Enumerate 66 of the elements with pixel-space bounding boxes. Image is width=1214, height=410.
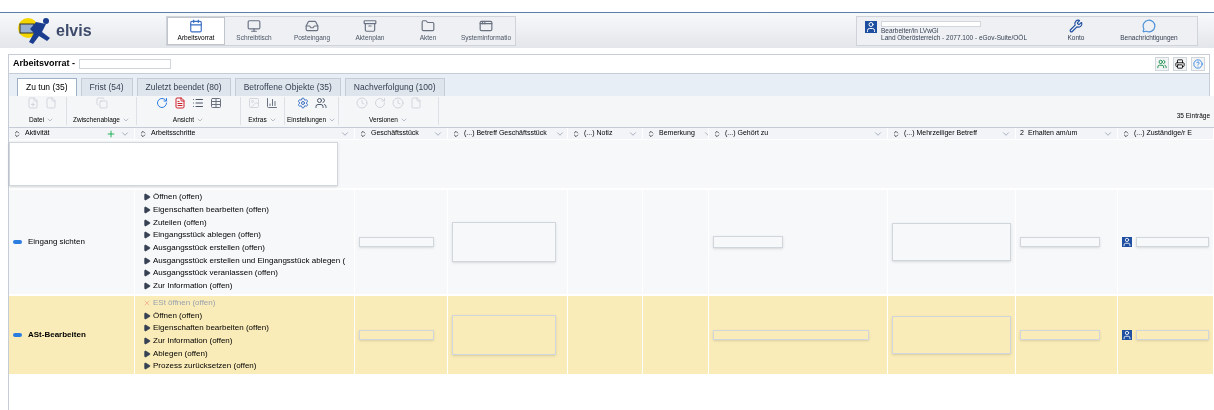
step-link[interactable]: Zur Information (offen) <box>143 279 354 293</box>
logo-text: elvis <box>56 20 92 41</box>
refresh-icon[interactable] <box>155 97 168 109</box>
sort-icon <box>1122 129 1130 138</box>
sort-icon <box>359 129 367 138</box>
step-link: ESt öffnen (offen) <box>143 296 354 310</box>
user-avatar-icon <box>865 20 878 33</box>
monitor-icon <box>247 18 261 33</box>
restore-icon[interactable] <box>373 97 386 109</box>
step-link[interactable]: Ausgangsstück erstellen (offen) <box>143 241 354 255</box>
activity-name: Eingang sichten <box>28 235 85 248</box>
document-icon[interactable] <box>409 97 422 109</box>
step-link[interactable]: Eingangsstück ablegen (offen) <box>143 229 354 242</box>
new-file-icon[interactable] <box>26 97 39 109</box>
step-link[interactable]: Ausgangsstück erstellen und Eingangsstück ablegen ( <box>143 254 354 268</box>
copy-icon[interactable] <box>95 97 108 109</box>
step-link[interactable]: Öffnen (offen) <box>143 191 354 204</box>
calendar-icon <box>189 18 203 33</box>
cross-icon <box>143 298 151 307</box>
table-row[interactable] <box>9 190 1214 294</box>
empty-field <box>713 235 783 248</box>
step-link[interactable]: Ablegen (offen) <box>143 347 354 360</box>
step-link[interactable]: Ausgangsstück veranlassen (offen) <box>143 267 354 280</box>
add-icon[interactable] <box>106 128 116 139</box>
tools-icon <box>1069 18 1083 33</box>
sort-icon <box>13 129 21 138</box>
sort-icon <box>892 129 900 138</box>
breadcrumb-field[interactable] <box>79 59 171 69</box>
activity-pill-icon <box>13 239 22 244</box>
people-icon[interactable] <box>314 97 327 109</box>
image-icon[interactable] <box>247 97 260 109</box>
tab[interactable]: Betroffene Objekte (35) <box>234 78 341 96</box>
chart-icon[interactable] <box>265 97 278 109</box>
file-icon[interactable] <box>44 97 57 109</box>
step-link[interactable]: Prozess zurücksetzen (offen) <box>143 359 354 373</box>
step-link[interactable]: Eigenschaften bearbeiten (offen) <box>143 321 354 335</box>
settings-icon[interactable] <box>296 97 309 109</box>
step-link[interactable]: Zuteilen (offen) <box>143 216 354 230</box>
user-avatar-icon <box>1122 236 1132 247</box>
pdf-icon[interactable] <box>173 97 186 109</box>
list-icon[interactable] <box>191 97 204 109</box>
sort-icon <box>452 129 460 138</box>
window-icon <box>479 18 493 33</box>
step-link[interactable]: Zur Information (offen) <box>143 334 354 348</box>
tab[interactable]: Zuletzt beendet (80) <box>136 78 231 96</box>
sort-icon <box>713 129 721 138</box>
activity-pill-icon <box>13 332 22 337</box>
sort-icon <box>572 129 580 138</box>
user-avatar-icon <box>1122 329 1132 340</box>
sort-icon <box>647 129 655 138</box>
history-icon[interactable] <box>391 97 404 109</box>
breadcrumb-title: Arbeitsvorrat - <box>13 57 75 71</box>
activity-name: ASt-Bearbeiten <box>28 328 86 341</box>
sort-icon <box>139 129 147 138</box>
inbox-icon <box>305 18 319 33</box>
clock-icon[interactable] <box>355 97 368 109</box>
chat-icon <box>1142 18 1156 33</box>
step-link[interactable]: Öffnen (offen) <box>143 309 354 322</box>
archive-icon <box>363 18 377 33</box>
tab[interactable]: Nachverfolgung (100) <box>344 78 445 96</box>
print-icon[interactable] <box>1173 57 1187 71</box>
table-icon[interactable] <box>209 97 222 109</box>
folder-icon <box>421 18 435 33</box>
tab[interactable]: Zu tun (35) <box>17 78 77 96</box>
step-link[interactable]: Eigenschaften bearbeiten (offen) <box>143 203 354 217</box>
tab[interactable]: Frist (54) <box>80 78 133 96</box>
